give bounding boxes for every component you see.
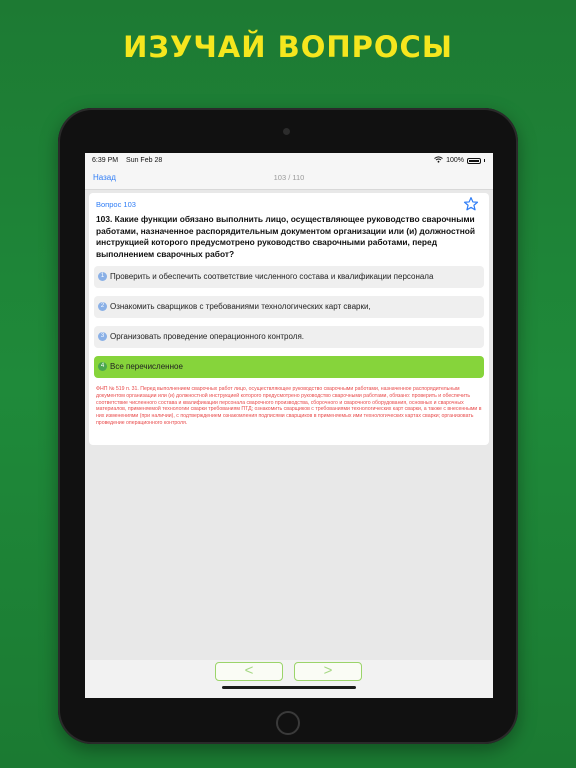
answer-option-2[interactable]: 2 Ознакомить сварщиков с требованиями те… xyxy=(94,296,484,318)
promo-headline: ИЗУЧАЙ ВОПРОСЫ xyxy=(123,30,453,64)
answer-text: Ознакомить сварщиков с требованиями техн… xyxy=(110,302,371,311)
answer-text: Организовать проведение операционного ко… xyxy=(110,332,304,341)
next-question-button[interactable]: > xyxy=(294,662,362,681)
navigation-bar: Назад 103 / 110 xyxy=(85,167,493,190)
status-date: Sun Feb 28 xyxy=(126,157,163,164)
question-card: Вопрос 103 103. Какие функции обязано вы… xyxy=(89,193,489,445)
wifi-icon xyxy=(434,156,443,165)
question-number: Вопрос 103 xyxy=(96,200,136,209)
app-screen: 6:39 PM Sun Feb 28 100% Назад 103 / 110 … xyxy=(85,153,493,698)
question-counter: 103 / 110 xyxy=(273,173,305,182)
battery-percent: 100% xyxy=(446,157,464,164)
answer-option-4-correct[interactable]: 4 Все перечисленное xyxy=(94,356,484,378)
answer-text: Все перечисленное xyxy=(110,362,183,371)
home-button[interactable] xyxy=(276,711,300,735)
home-indicator xyxy=(222,686,356,689)
previous-question-button[interactable]: < xyxy=(215,662,283,681)
star-icon[interactable] xyxy=(463,196,479,212)
answer-list: 1 Проверить и обеспечить соответствие чи… xyxy=(94,266,484,386)
status-time: 6:39 PM xyxy=(92,157,119,164)
battery-tip xyxy=(484,159,485,162)
question-text: 103. Какие функции обязано выполнить лиц… xyxy=(96,214,476,259)
camera-dot xyxy=(283,128,290,135)
chevron-left-icon: < xyxy=(244,662,254,679)
tablet-frame: 6:39 PM Sun Feb 28 100% Назад 103 / 110 … xyxy=(58,108,518,744)
answer-number: 2 xyxy=(98,302,107,311)
chevron-right-icon: > xyxy=(323,662,333,679)
answer-number: 4 xyxy=(98,362,107,371)
answer-number: 3 xyxy=(98,332,107,341)
answer-text: Проверить и обеспечить соответствие числ… xyxy=(110,272,434,281)
answer-option-1[interactable]: 1 Проверить и обеспечить соответствие чи… xyxy=(94,266,484,288)
battery-icon xyxy=(467,157,481,164)
answer-option-3[interactable]: 3 Организовать проведение операционного … xyxy=(94,326,484,348)
status-bar: 6:39 PM Sun Feb 28 100% xyxy=(85,153,493,167)
answer-number: 1 xyxy=(98,272,107,281)
bottom-navigation: < > xyxy=(85,660,493,698)
answer-explanation: ФНП № 519 п. 31. Перед выполнением сваро… xyxy=(96,386,482,426)
